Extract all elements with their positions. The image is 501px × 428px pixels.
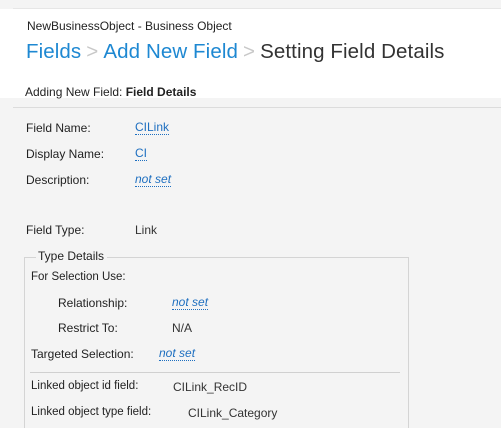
breadcrumb-current: Setting Field Details (260, 40, 445, 63)
field-name-label: Field Name: (26, 121, 91, 135)
adding-prefix: Adding New Field: (25, 85, 126, 99)
adding-step-name: Field Details (125, 85, 197, 99)
breadcrumb-separator: > (243, 40, 256, 63)
description-label: Description: (26, 173, 90, 187)
field-name-value-link[interactable]: CILink (135, 121, 170, 135)
targeted-selection-value-link[interactable]: not set (159, 347, 196, 361)
field-type-value: Link (135, 223, 158, 237)
for-selection-use-label: For Selection Use: (31, 271, 126, 283)
relationship-value-link[interactable]: not set (172, 296, 209, 310)
linked-object-id-field-label: Linked object id field: (31, 380, 139, 392)
display-name-label: Display Name: (26, 147, 105, 161)
section-divider (13, 107, 501, 108)
adding-new-field-caption: Adding New Field: Field Details (25, 85, 196, 99)
field-type-label: Field Type: (26, 223, 85, 237)
breadcrumb-separator: > (86, 40, 99, 63)
targeted-selection-label: Targeted Selection: (31, 347, 134, 361)
restrict-to-value: N/A (172, 321, 193, 335)
breadcrumb-fields-link[interactable]: Fields (26, 40, 81, 63)
relationship-label: Relationship: (58, 296, 128, 310)
restrict-to-label: Restrict To: (58, 321, 118, 335)
object-title: NewBusinessObject - Business Object (27, 19, 232, 33)
breadcrumb: Fields > Add New Field > Setting Field Detai… (26, 40, 445, 64)
linked-object-id-field-value: CILink_RecID (173, 380, 248, 394)
display-name-value-link[interactable]: CI (135, 147, 147, 161)
type-details-legend: Type Details (36, 249, 108, 263)
description-value-link[interactable]: not set (135, 173, 172, 187)
linked-object-type-field-value: CILink_Category (188, 406, 278, 420)
linked-object-type-field-label: Linked object type field: (31, 406, 152, 418)
breadcrumb-add-new-field-link[interactable]: Add New Field (103, 40, 238, 63)
type-details-divider (30, 372, 400, 373)
